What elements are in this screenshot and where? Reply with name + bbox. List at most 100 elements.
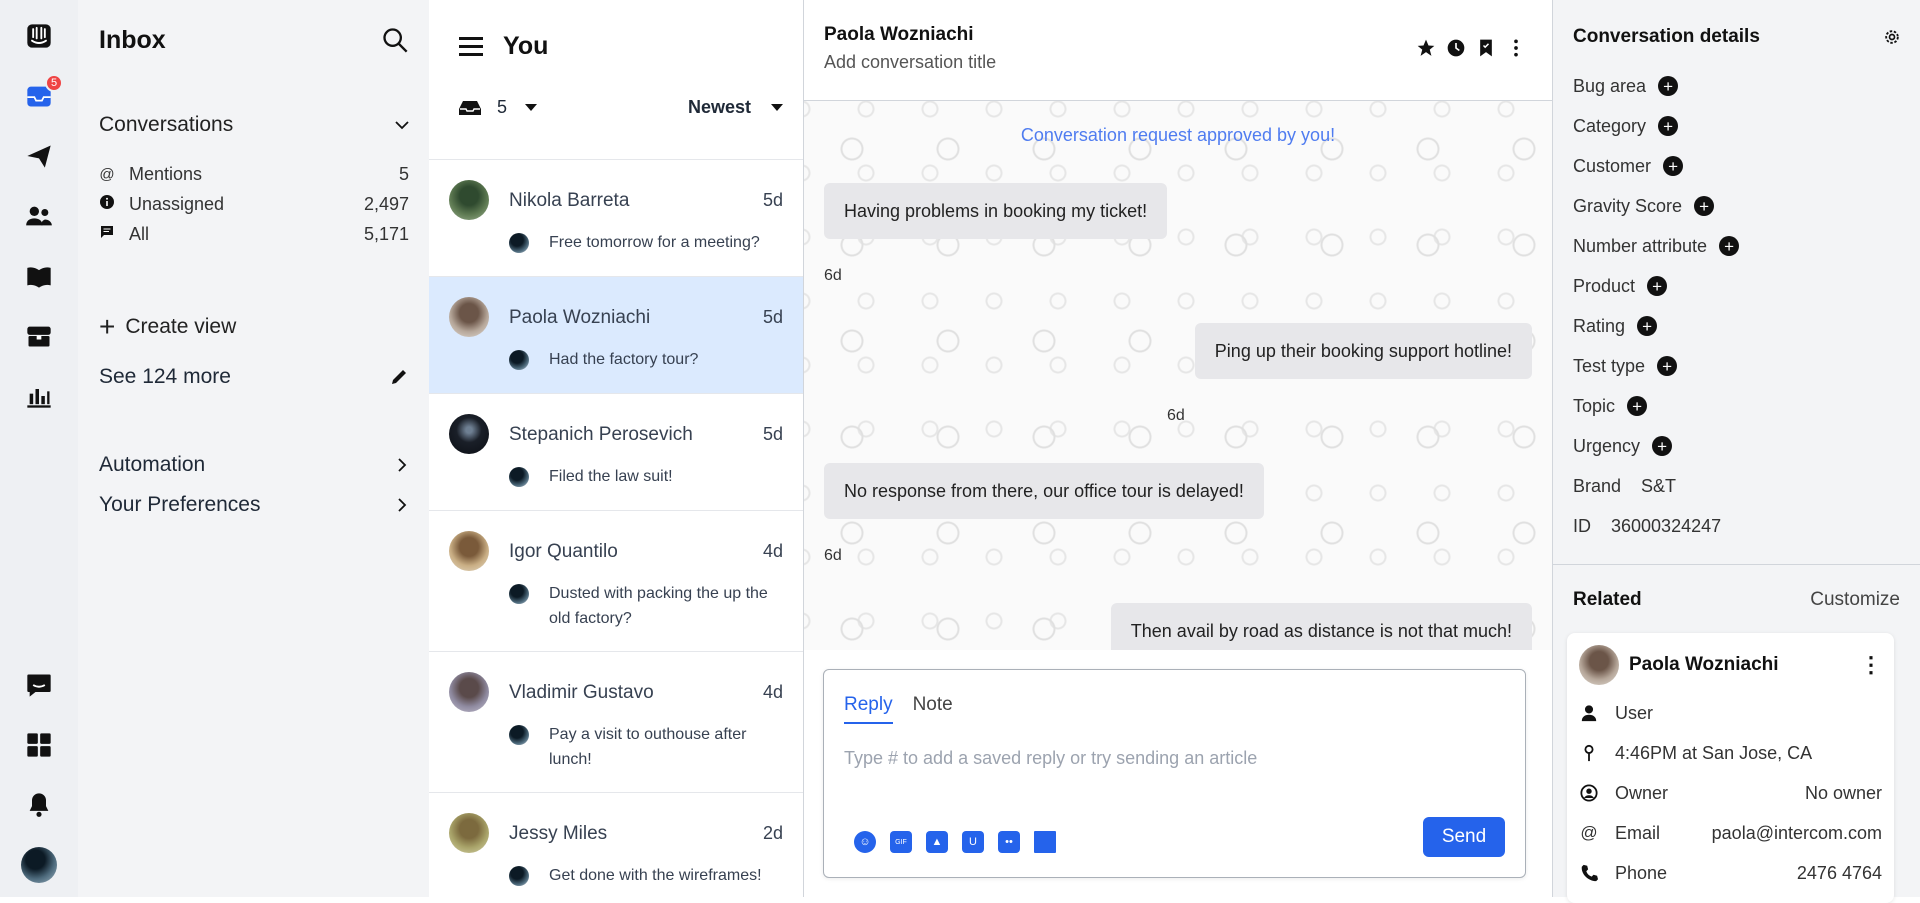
- reply-input[interactable]: Type # to add a saved reply or try sendi…: [824, 724, 1525, 769]
- attribute-product[interactable]: Product +: [1573, 266, 1900, 306]
- attribute-customer[interactable]: Customer +: [1573, 146, 1900, 186]
- search-icon[interactable]: [381, 26, 409, 54]
- add-icon[interactable]: +: [1627, 396, 1648, 416]
- bookmark-icon[interactable]: [1476, 38, 1496, 58]
- count-value: 5,171: [363, 223, 409, 244]
- sidebar-item-automation[interactable]: Automation: [99, 445, 409, 485]
- add-icon[interactable]: +: [1637, 316, 1658, 336]
- at-icon: @: [1580, 823, 1598, 842]
- attribute-label: Product: [1573, 275, 1636, 296]
- tab-reply[interactable]: Reply: [844, 694, 893, 724]
- menu-label: Automation: [99, 453, 206, 476]
- conversation-item[interactable]: Stepanich Perosevich 5d Filed the law su…: [429, 394, 803, 511]
- sort-dropdown[interactable]: Newest: [688, 97, 783, 118]
- card-row-owner[interactable]: Owner No owner: [1579, 773, 1882, 813]
- book-icon[interactable]: [21, 258, 57, 294]
- attribute-topic[interactable]: Topic +: [1573, 386, 1900, 426]
- menu-icon[interactable]: [459, 36, 485, 58]
- pencil-icon[interactable]: [389, 367, 409, 387]
- tab-note[interactable]: Note: [913, 694, 953, 724]
- count-value: 2,497: [363, 193, 409, 214]
- emoji-icon[interactable]: ☺: [854, 831, 876, 853]
- attribute-value: S&T: [1641, 475, 1677, 496]
- bell-icon[interactable]: [21, 787, 57, 823]
- attribute-bug-area[interactable]: Bug area +: [1573, 66, 1900, 106]
- attribute-label: Topic: [1573, 395, 1616, 416]
- conversation-item[interactable]: Paola Wozniachi 5d Had the factory tour?: [429, 277, 803, 394]
- attribute-rating[interactable]: Rating +: [1573, 306, 1900, 346]
- item-preview: Pay a visit to outhouse after lunch!: [549, 726, 747, 768]
- intercom-logo-icon[interactable]: [21, 18, 57, 54]
- nav-rail: 5: [0, 0, 78, 897]
- add-icon[interactable]: +: [1657, 356, 1678, 376]
- chevron-down-icon[interactable]: [395, 118, 409, 132]
- contact-name: Stepanich Perosevich: [509, 424, 693, 445]
- conversations-section[interactable]: Conversations: [99, 113, 409, 137]
- message-bubble: Ping up their booking support hotline!: [1194, 323, 1532, 379]
- store-icon[interactable]: [21, 318, 57, 354]
- conversation-item[interactable]: Nikola Barreta 5d Free tomorrow for a me…: [429, 160, 803, 277]
- add-icon[interactable]: +: [1719, 236, 1740, 256]
- list-title: You: [503, 32, 549, 60]
- gear-icon[interactable]: [1882, 27, 1902, 47]
- at-icon: @: [99, 165, 115, 183]
- attribute-label: Customer: [1573, 155, 1652, 176]
- add-icon[interactable]: +: [1658, 76, 1679, 96]
- attribute-number[interactable]: Number attribute +: [1573, 226, 1900, 266]
- image-icon[interactable]: ▲: [926, 831, 948, 853]
- attribute-test-type[interactable]: Test type +: [1573, 346, 1900, 386]
- star-icon[interactable]: [1416, 38, 1436, 58]
- send-button[interactable]: Send: [1423, 817, 1505, 857]
- add-icon[interactable]: +: [1663, 156, 1684, 176]
- item-preview: Free tomorrow for a meeting?: [549, 234, 760, 251]
- owner-icon: [1580, 784, 1598, 802]
- sidebar-item-preferences[interactable]: Your Preferences: [99, 485, 409, 525]
- attribute-gravity-score[interactable]: Gravity Score +: [1573, 186, 1900, 226]
- avatar: [449, 180, 489, 220]
- inbox-icon[interactable]: 5: [21, 74, 63, 114]
- square-icon[interactable]: [1034, 831, 1056, 853]
- contact-name: Nikola Barreta: [509, 190, 630, 211]
- count-label: All: [129, 223, 150, 244]
- card-value: 4:46PM at San Jose, CA: [1615, 742, 1813, 763]
- user-avatar[interactable]: [21, 847, 57, 883]
- inbox-badge: 5: [45, 74, 63, 92]
- inbox-sidebar: Inbox Conversations @ Mentions 5 Unassig…: [78, 0, 429, 897]
- conversation-item[interactable]: Jessy Miles 2d Get done with the wirefra…: [429, 793, 803, 897]
- create-view-button[interactable]: + Create view: [99, 313, 409, 341]
- add-icon[interactable]: +: [1652, 436, 1673, 456]
- avatar: [1579, 645, 1619, 685]
- attachment-icon[interactable]: U: [962, 831, 984, 853]
- more-vertical-icon[interactable]: ⋮: [1860, 652, 1882, 678]
- gif-icon[interactable]: GIF: [890, 831, 912, 853]
- add-icon[interactable]: +: [1647, 276, 1668, 296]
- card-value: 2476 4764: [1796, 862, 1882, 883]
- app-icon[interactable]: ••: [998, 831, 1020, 853]
- attribute-category[interactable]: Category +: [1573, 106, 1900, 146]
- sidebar-item-mentions[interactable]: @ Mentions 5: [99, 159, 409, 189]
- chat-icon[interactable]: [21, 667, 57, 703]
- message-bubble: No response from there, our office tour …: [824, 463, 1264, 519]
- message-time: 6d: [824, 547, 842, 564]
- contacts-icon[interactable]: [21, 198, 57, 234]
- conversation-item[interactable]: Vladimir Gustavo 4d Pay a visit to outho…: [429, 652, 803, 793]
- snooze-clock-icon[interactable]: [1446, 38, 1466, 58]
- more-vertical-icon[interactable]: [1506, 38, 1526, 58]
- customize-link[interactable]: Customize: [1810, 589, 1900, 611]
- add-icon[interactable]: +: [1658, 116, 1679, 136]
- sidebar-item-all[interactable]: All 5,171: [99, 219, 409, 249]
- count-label: Unassigned: [129, 193, 225, 214]
- apps-icon[interactable]: [21, 727, 57, 763]
- attribute-urgency[interactable]: Urgency +: [1573, 426, 1900, 466]
- see-more-button[interactable]: See 124 more: [99, 365, 409, 389]
- add-icon[interactable]: +: [1694, 196, 1715, 216]
- card-row-location: 4:46PM at San Jose, CA: [1579, 733, 1882, 773]
- chart-icon[interactable]: [21, 378, 57, 414]
- send-icon[interactable]: [21, 138, 57, 174]
- avatar: [509, 584, 529, 604]
- sidebar-item-unassigned[interactable]: Unassigned 2,497: [99, 189, 409, 219]
- status-filter[interactable]: 5: [459, 97, 538, 118]
- card-contact-name[interactable]: Paola Wozniachi: [1629, 654, 1779, 676]
- avatar: [449, 297, 489, 337]
- conversation-item[interactable]: Igor Quantilo 4d Dusted with packing the…: [429, 511, 803, 652]
